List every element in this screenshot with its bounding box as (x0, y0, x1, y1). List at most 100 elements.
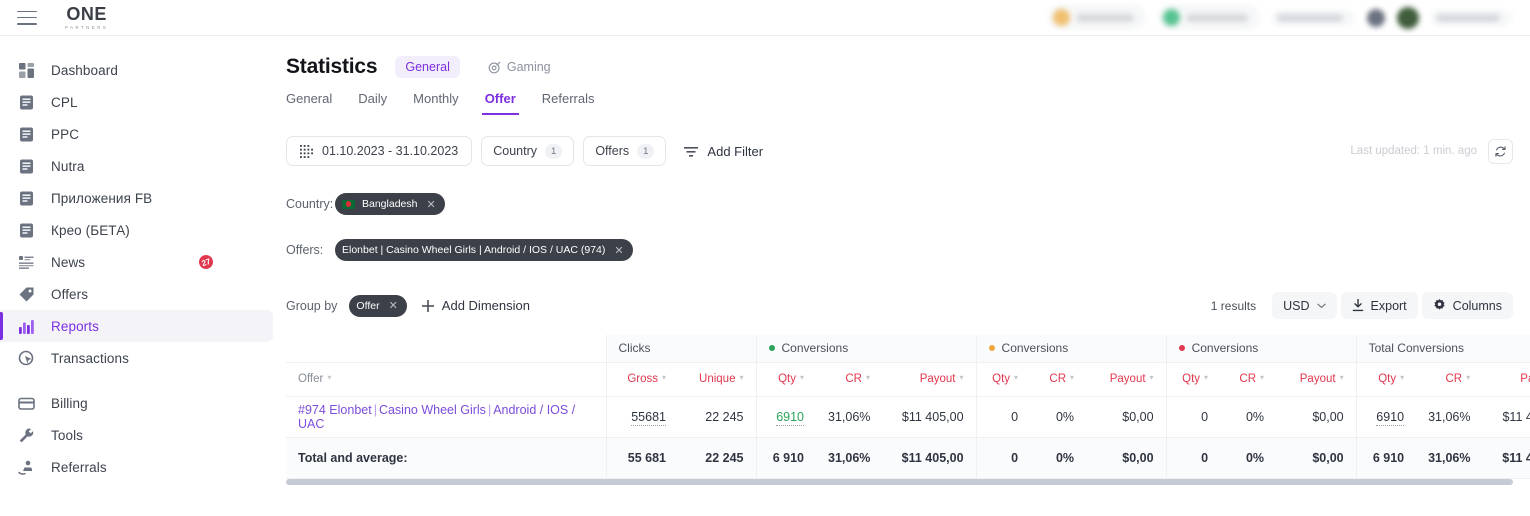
app-logo[interactable]: ONE PARTNERS (65, 5, 108, 30)
user-avatar[interactable] (1397, 6, 1419, 29)
tab-monthly[interactable]: Monthly (413, 91, 459, 115)
currency-select[interactable]: USD (1272, 292, 1337, 319)
col-orange-cr[interactable]: CR ▾ (1030, 362, 1087, 397)
col-total-cr[interactable]: CR ▾ (1416, 362, 1483, 397)
sidebar-item-news[interactable]: News 27 (0, 246, 273, 278)
group-by-chip-offer[interactable]: Offer ✕ (349, 294, 407, 317)
cell-red-cr: 0% (1220, 396, 1277, 438)
filter-offers-label: Offers (595, 144, 630, 158)
cell-green-cr: 31,06% (816, 396, 882, 438)
columns-button[interactable]: Columns (1421, 292, 1513, 319)
sidebar-item-dashboard[interactable]: Dashboard (0, 54, 273, 86)
segment-gaming[interactable]: Gaming (478, 56, 561, 78)
col-red-cr[interactable]: CR ▾ (1220, 362, 1277, 397)
offer-link[interactable]: #974 Elonbet | Casino Wheel Girls | Android … (298, 403, 575, 431)
sidebar-item-kreo-beta[interactable]: Крео (БЕТА) (0, 214, 273, 246)
gear-icon (1434, 299, 1445, 310)
sidebar-item-referrals[interactable]: Referrals (0, 451, 273, 483)
filter-offers-count: 1 (637, 143, 655, 159)
col-red-payout[interactable]: Payout ▾ (1276, 362, 1357, 397)
user-name-pill[interactable] (1431, 9, 1512, 26)
balance-pill-2[interactable] (1158, 5, 1260, 30)
sidebar-item-ppc[interactable]: PPC (0, 118, 273, 150)
close-icon[interactable]: ✕ (389, 299, 398, 312)
group-by-label: Group by (286, 298, 338, 313)
sidebar-item-apps-fb[interactable]: Приложения FB (0, 182, 273, 214)
sidebar-item-label: Billing (51, 395, 88, 411)
sort-caret-icon: ▾ (1149, 373, 1154, 382)
table-horizontal-scrollbar[interactable] (286, 478, 1513, 485)
page-header: Statistics General Gaming (280, 36, 1530, 79)
col-label: Qty (1182, 373, 1201, 385)
sort-caret-icon: ▾ (1339, 373, 1344, 382)
table-head: Clicks Conversions Conversions Conversio… (286, 335, 1530, 397)
offers-row-label: Offers: (286, 243, 324, 257)
sort-caret-icon: ▾ (327, 373, 332, 382)
tab-offer[interactable]: Offer (481, 91, 519, 115)
col-orange-payout[interactable]: Payout ▾ (1086, 362, 1167, 397)
col-label: Payout (919, 373, 956, 385)
sidebar-item-tools[interactable]: Tools (0, 419, 273, 451)
document-icon (20, 191, 33, 205)
export-button[interactable]: Export (1340, 292, 1418, 319)
country-chip-bangladesh[interactable]: Bangladesh ✕ (335, 193, 445, 215)
sidebar-item-transactions[interactable]: Transactions (0, 342, 273, 374)
add-dimension-button[interactable]: Add Dimension (421, 298, 530, 313)
dashboard-icon (19, 62, 34, 78)
country-row-label: Country: (286, 197, 334, 211)
col-clicks-unique[interactable]: Unique ▾ (678, 362, 756, 397)
sidebar-item-label: Nutra (51, 158, 85, 174)
sidebar-item-billing[interactable]: Billing (0, 387, 273, 419)
col-green-qty[interactable]: Qty ▾ (755, 362, 816, 397)
balance-pill-1[interactable] (1048, 5, 1146, 30)
date-range-picker[interactable]: 01.10.2023 - 31.10.2023 (286, 136, 473, 166)
segment-general[interactable]: General (395, 56, 460, 78)
filter-country[interactable]: Country 1 (481, 136, 575, 166)
col-label: Qty (778, 373, 796, 385)
last-updated-text: Last updated: 1 min. ago (1350, 145, 1477, 157)
cursor-icon (18, 350, 34, 365)
bar-chart-icon (19, 319, 34, 334)
tab-referrals[interactable]: Referrals (542, 91, 595, 115)
sidebar-item-reports[interactable]: Reports (0, 310, 273, 342)
col-green-cr[interactable]: CR ▾ (816, 362, 882, 397)
col-orange-qty[interactable]: Qty ▾ (975, 362, 1031, 397)
tag-icon (19, 287, 34, 301)
table-total-row: Total and average: 55 681 22 245 6 910 3… (286, 437, 1530, 479)
document-icon (20, 127, 33, 141)
wrench-icon (19, 428, 34, 442)
notification-avatar[interactable] (1367, 8, 1385, 27)
filter-bar: 01.10.2023 - 31.10.2023 Country 1 Offers… (280, 136, 1530, 166)
sidebar-item-cpl[interactable]: CPL (0, 86, 273, 118)
results-count: 1 results (1210, 298, 1257, 313)
col-green-payout[interactable]: Payout ▾ (882, 362, 977, 397)
col-clicks-gross[interactable]: Gross ▾ (605, 362, 678, 397)
col-red-qty[interactable]: Qty ▾ (1165, 362, 1221, 397)
table-body: #974 Elonbet | Casino Wheel Girls | Android … (286, 396, 1530, 479)
tab-general[interactable]: General (286, 91, 332, 115)
tab-daily[interactable]: Daily (358, 91, 387, 115)
balance-pill-3[interactable] (1272, 9, 1355, 26)
sidebar-item-label: CPL (51, 94, 78, 110)
close-icon[interactable]: ✕ (426, 198, 435, 211)
col-label: Payout (1109, 373, 1146, 385)
sidebar-item-offers[interactable]: Offers (0, 278, 273, 310)
sort-caret-icon: ▾ (739, 373, 744, 382)
hamburger-icon[interactable] (17, 10, 37, 25)
offer-chip[interactable]: Elonbet | Casino Wheel Girls | Android /… (335, 239, 633, 261)
logo-subtext: PARTNERS (65, 25, 109, 30)
sidebar-item-nutra[interactable]: Nutra (0, 150, 273, 182)
filter-offers[interactable]: Offers 1 (583, 136, 667, 166)
col-offer-label: Offer (298, 373, 324, 385)
col-offer[interactable]: Offer ▾ (286, 362, 606, 397)
col-label: Qty (1378, 373, 1397, 385)
segment-general-label: General (405, 60, 450, 74)
export-label: Export (1370, 298, 1407, 313)
col-total-qty[interactable]: Qty ▾ (1355, 362, 1417, 397)
cell-clicks-unique: 22 245 (678, 396, 756, 438)
close-icon[interactable]: ✕ (614, 244, 623, 257)
refresh-button[interactable] (1488, 138, 1513, 164)
sidebar-item-label: Приложения FB (51, 190, 153, 206)
add-filter-button[interactable]: Add Filter (684, 144, 763, 159)
col-total-payout[interactable]: Payout▾ (1482, 362, 1530, 397)
